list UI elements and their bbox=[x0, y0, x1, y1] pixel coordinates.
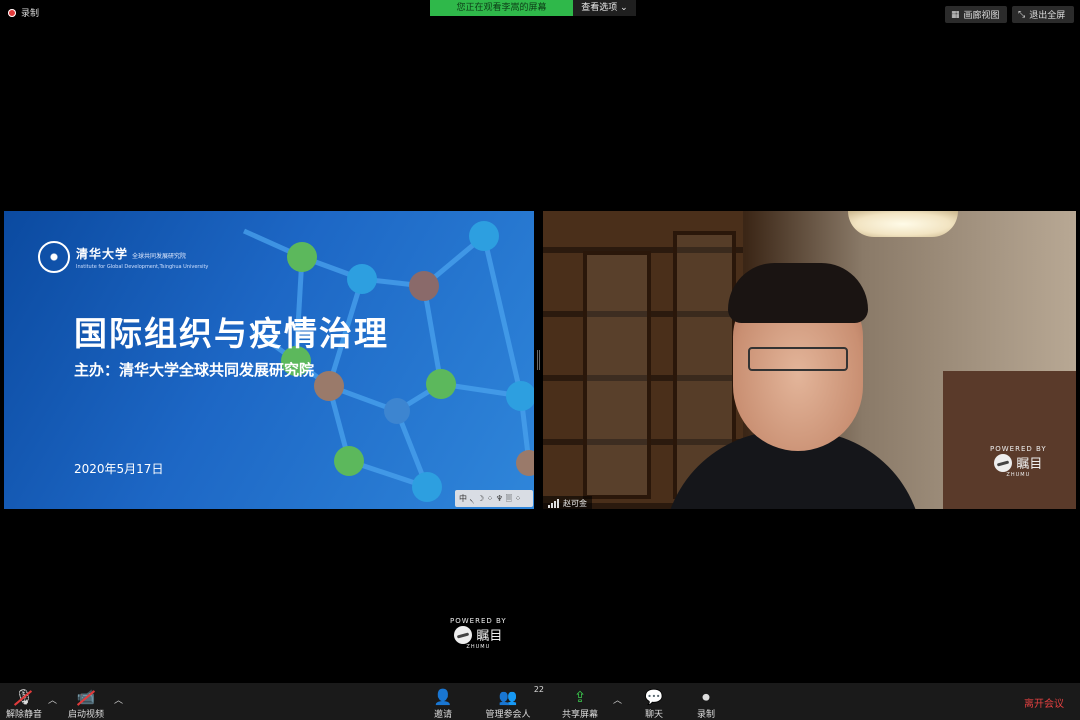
tsinghua-logo: 清华大学 全球共同发展研究院 Institute for Global Deve… bbox=[38, 241, 208, 273]
split-divider-handle[interactable] bbox=[537, 350, 540, 370]
ime-toolbar[interactable]: 中 ৲ ☽ ⁘ ♆ 🗏 ⁘ bbox=[455, 490, 533, 507]
recording-indicator: 录制 bbox=[8, 6, 39, 19]
view-options-label: 查看选项 bbox=[581, 3, 618, 13]
meeting-toolbar: 🎙 解除静音 ︿ 📹 启动视频 ︿ 👤 邀请 👥 22 管理参会人 ⇪ 共享屏幕 … bbox=[0, 683, 1080, 720]
shared-screen: 清华大学 全球共同发展研究院 Institute for Global Deve… bbox=[4, 211, 534, 509]
powered-by-watermark-video: POWERED BY 瞩目 ZHUMU bbox=[990, 445, 1047, 478]
powered-by-label: POWERED BY bbox=[990, 445, 1047, 453]
room-door bbox=[943, 371, 1076, 509]
start-video-button[interactable]: 📹 启动视频 bbox=[66, 687, 106, 720]
brand-en: ZHUMU bbox=[466, 644, 491, 650]
slide-date: 2020年5月17日 bbox=[74, 462, 164, 476]
signal-strength-icon bbox=[548, 498, 559, 508]
exit-fullscreen-icon: ⤡ bbox=[1018, 9, 1026, 20]
org-name-cn: 清华大学 bbox=[76, 246, 129, 261]
record-dot-icon bbox=[8, 8, 16, 17]
invite-label: 邀请 bbox=[433, 710, 452, 720]
participant-count: 22 bbox=[533, 685, 544, 694]
chat-icon: 💬 bbox=[644, 688, 664, 706]
ceiling-lamp bbox=[848, 211, 958, 237]
record-icon: ⏺ bbox=[702, 688, 710, 706]
brand-name: 瞩目 bbox=[476, 629, 503, 644]
chat-label: 聊天 bbox=[644, 710, 663, 720]
participant-name: 赵可金 bbox=[563, 498, 587, 508]
invite-button[interactable]: 👤 邀请 bbox=[428, 687, 458, 720]
microphone-muted-icon: 🎙 bbox=[14, 688, 34, 706]
powered-by-watermark: POWERED BY 瞩目 ZHUMU bbox=[450, 617, 507, 650]
brand-en: ZHUMU bbox=[1006, 472, 1031, 478]
add-user-icon: 👤 bbox=[433, 688, 453, 706]
slide-host: 主办：清华大学全球共同发展研究院 bbox=[74, 361, 315, 379]
video-off-icon: 📹 bbox=[76, 688, 96, 706]
share-screen-label: 共享屏幕 bbox=[561, 710, 598, 720]
university-seal-icon bbox=[38, 241, 70, 273]
org-sub-name: 全球共同发展研究院 bbox=[132, 252, 187, 260]
manage-participants-button[interactable]: 👥 22 管理参会人 bbox=[484, 685, 544, 720]
chevron-down-icon: ⌄ bbox=[620, 3, 628, 13]
person-hair bbox=[728, 263, 868, 323]
gallery-view-button[interactable]: ▦ 画廊视图 bbox=[945, 6, 1007, 23]
slide-title: 国际组织与疫情治理 bbox=[74, 314, 389, 353]
unmute-button[interactable]: 🎙 解除静音 bbox=[6, 687, 42, 720]
video-options-caret[interactable]: ︿ bbox=[114, 693, 123, 706]
record-label: 录制 bbox=[696, 710, 715, 720]
share-screen-button[interactable]: ⇪ 共享屏幕 bbox=[560, 687, 600, 720]
cabinet-door bbox=[583, 251, 651, 499]
zhumu-logo-icon bbox=[994, 453, 1013, 472]
record-button[interactable]: ⏺ 录制 bbox=[692, 687, 720, 720]
zhumu-logo-icon bbox=[454, 625, 473, 644]
start-video-label: 启动视频 bbox=[67, 710, 104, 720]
unmute-label: 解除静音 bbox=[6, 710, 43, 720]
leave-meeting-button[interactable]: 离开会议 bbox=[1024, 695, 1064, 710]
view-options-button[interactable]: 查看选项 ⌄ bbox=[573, 0, 636, 16]
audio-options-caret[interactable]: ︿ bbox=[48, 693, 57, 706]
exit-fullscreen-label: 退出全屏 bbox=[1029, 11, 1066, 21]
brand-name: 瞩目 bbox=[1016, 457, 1043, 472]
grid-icon: ▦ bbox=[951, 9, 960, 20]
viewing-banner: 您正在观看李嵩的屏幕 bbox=[430, 0, 573, 16]
participants-icon: 👥 bbox=[498, 688, 518, 706]
person-glasses bbox=[748, 347, 848, 371]
gallery-view-label: 画廊视图 bbox=[963, 11, 1000, 21]
exit-fullscreen-button[interactable]: ⤡ 退出全屏 bbox=[1012, 6, 1074, 23]
powered-by-label: POWERED BY bbox=[450, 617, 507, 625]
manage-participants-label: 管理参会人 bbox=[485, 710, 531, 720]
share-screen-icon: ⇪ bbox=[573, 688, 587, 706]
chat-button[interactable]: 💬 聊天 bbox=[640, 687, 668, 720]
share-options-caret[interactable]: ︿ bbox=[613, 693, 622, 706]
participant-name-tag: 赵可金 bbox=[543, 496, 592, 510]
recording-label: 录制 bbox=[21, 9, 40, 19]
org-name-en: Institute for Global Development,Tsinghu… bbox=[76, 263, 209, 270]
